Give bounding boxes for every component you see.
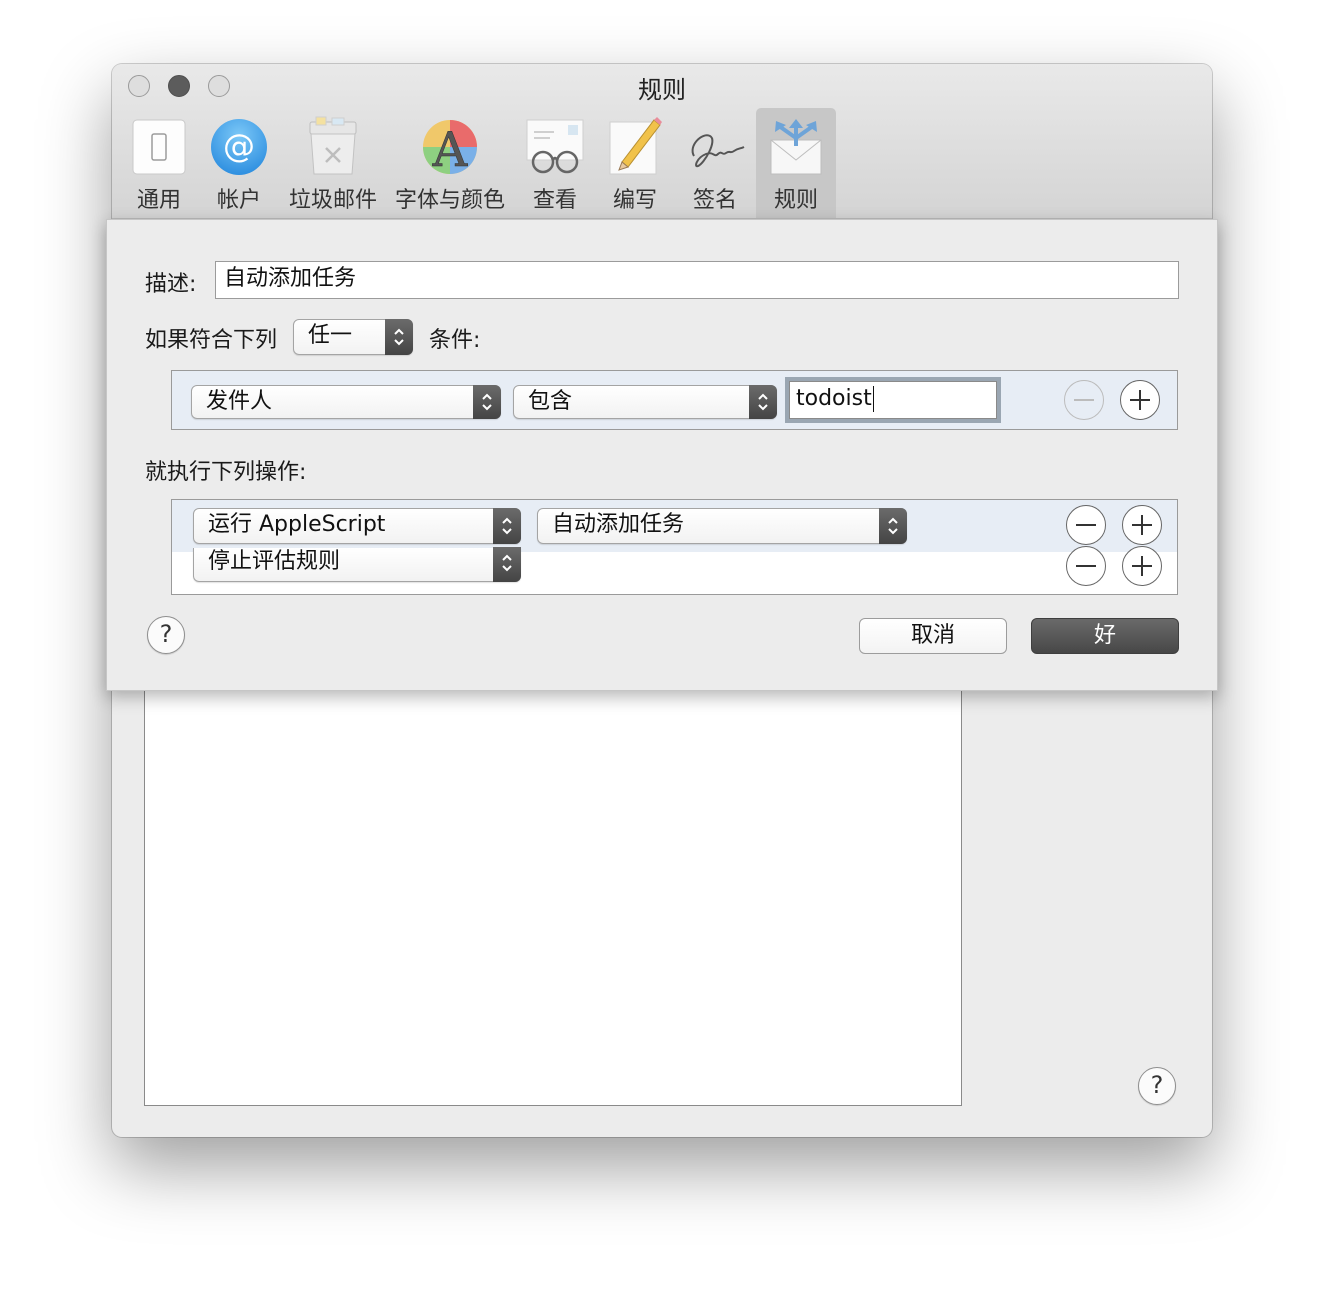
minus-icon (1076, 524, 1096, 526)
toolbar-label-viewing: 查看 (532, 188, 577, 213)
minus-icon (1076, 565, 1096, 567)
switch-icon (132, 119, 186, 175)
glasses-letter-icon (526, 119, 584, 174)
toolbar-label-accounts: 帐户 (216, 188, 261, 213)
remove-action-button[interactable] (1066, 505, 1106, 545)
match-suffix-label: 条件: (429, 328, 481, 353)
chevron-updown-icon (394, 328, 404, 346)
background-help-button[interactable]: ? (1138, 1067, 1176, 1105)
chevron-updown-icon (502, 554, 512, 571)
remove-action-button-2[interactable] (1066, 546, 1106, 586)
action-target-popup[interactable]: 自动添加任务 (537, 508, 907, 544)
ok-button[interactable]: 好 (1031, 618, 1179, 654)
actions-list: 运行 AppleScript 自动添加任务 停止评估规则 (171, 499, 1178, 595)
criteria-field-popup[interactable]: 发件人 (191, 385, 501, 419)
toolbar-item-general[interactable]: 通用 (122, 108, 196, 218)
criteria-operator-popup[interactable]: 包含 (513, 385, 777, 419)
toolbar-label-junk: 垃圾邮件 (288, 188, 377, 213)
text-caret (872, 386, 875, 412)
criteria-operator-value: 包含 (528, 389, 573, 414)
rules-list[interactable] (144, 654, 962, 1106)
action-type-arrows-2 (493, 547, 521, 582)
plus-icon (1132, 515, 1152, 535)
action-type-value-2: 停止评估规则 (208, 549, 341, 574)
actions-label: 就执行下列操作: (145, 460, 307, 485)
rules-envelope-icon (770, 119, 822, 175)
add-criterion-button[interactable] (1120, 380, 1160, 420)
criteria-value-text: todoist (796, 386, 872, 411)
trash-bin-icon (309, 116, 357, 175)
criteria-list: 发件人 包含 todoist (171, 370, 1178, 430)
chevron-updown-icon (888, 517, 898, 535)
action-target-arrows (879, 508, 907, 544)
rule-editor-sheet: 描述: 自动添加任务 如果符合下列 任一 条件: 发件人 包含 todoist (106, 219, 1218, 691)
match-mode-value: 任一 (308, 323, 353, 348)
toolbar-item-signatures[interactable]: 签名 (678, 108, 752, 218)
chevron-updown-icon (482, 393, 492, 411)
action-type-value: 运行 AppleScript (208, 512, 386, 537)
plus-icon (1130, 390, 1150, 410)
font-color-icon: A (423, 120, 477, 178)
toolbar-label-general: 通用 (136, 188, 181, 213)
plus-icon (1132, 556, 1152, 576)
at-sign-icon: @ (211, 119, 267, 175)
window-title: 规则 (638, 76, 686, 104)
toolbar-label-fonts-colors: 字体与颜色 (394, 188, 505, 213)
toolbar-label-composing: 编写 (612, 188, 657, 213)
sheet-help-button[interactable]: ? (147, 616, 185, 654)
criteria-field-value: 发件人 (206, 389, 273, 414)
description-field[interactable]: 自动添加任务 (215, 261, 1179, 299)
chevron-updown-icon (758, 393, 768, 411)
toolbar-item-junk[interactable]: 垃圾邮件 (284, 108, 382, 218)
toolbar-item-fonts-colors[interactable]: A 字体与颜色 (392, 108, 508, 218)
svg-text:@: @ (223, 127, 255, 165)
action-target-value: 自动添加任务 (552, 512, 685, 537)
description-label: 描述: (145, 272, 197, 297)
signature-icon (691, 134, 745, 168)
criteria-value-field[interactable]: todoist (789, 381, 997, 419)
pencil-paper-icon (609, 117, 662, 175)
toolbar-label-signatures: 签名 (692, 188, 737, 213)
criteria-operator-arrows (749, 385, 777, 419)
toolbar-label-rules: 规则 (773, 188, 818, 213)
cancel-button[interactable]: 取消 (859, 618, 1007, 654)
toolbar-item-composing[interactable]: 编写 (598, 108, 672, 218)
minus-icon (1074, 399, 1094, 401)
svg-text:A: A (432, 122, 469, 178)
chevron-updown-icon (502, 517, 512, 535)
toolbar-item-rules[interactable]: 规则 (756, 108, 836, 218)
action-type-popup-2[interactable]: 停止评估规则 (193, 547, 521, 582)
remove-criterion-button[interactable] (1064, 380, 1104, 420)
toolbar-item-viewing[interactable]: 查看 (518, 108, 592, 218)
action-type-arrows (493, 508, 521, 544)
titlebar: 规则 通用 @ 帐户 垃圾邮件 A 字体与颜色 查看 编写 签名 规则 (112, 64, 1212, 219)
match-mode-arrows (385, 319, 413, 355)
criteria-field-arrows (473, 385, 501, 419)
action-type-popup[interactable]: 运行 AppleScript (193, 508, 521, 544)
add-action-button[interactable] (1122, 505, 1162, 545)
add-action-button-2[interactable] (1122, 546, 1162, 586)
toolbar-item-accounts[interactable]: @ 帐户 (202, 108, 276, 218)
match-mode-popup[interactable]: 任一 (293, 319, 413, 355)
match-prefix-label: 如果符合下列 (145, 328, 278, 353)
